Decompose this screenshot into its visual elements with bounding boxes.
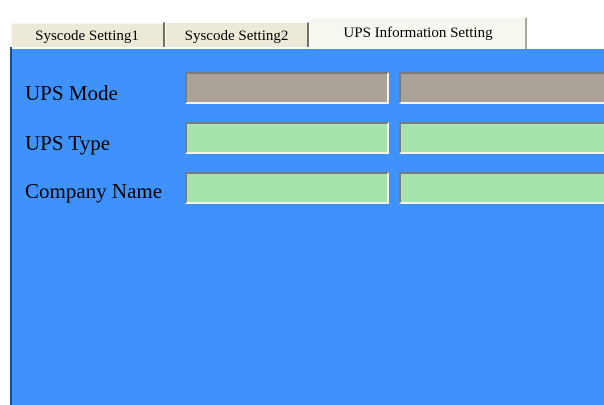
- tab-syscode-setting2[interactable]: Syscode Setting2: [165, 22, 309, 49]
- company-name-label: Company Name: [25, 179, 163, 203]
- tab-strip: Syscode Setting1 Syscode Setting2 UPS In…: [10, 17, 604, 49]
- ups-mode-field-1[interactable]: [185, 72, 389, 104]
- tab-ups-information-setting[interactable]: UPS Information Setting: [310, 17, 527, 49]
- ups-mode-label: UPS Mode: [25, 81, 118, 105]
- ups-type-label: UPS Type: [25, 131, 111, 155]
- tab-syscode-setting1[interactable]: Syscode Setting1: [10, 22, 165, 49]
- ups-mode-field-2[interactable]: [399, 72, 604, 104]
- ups-information-panel: UPS Mode UPS Type Company Name: [10, 47, 604, 405]
- ups-type-field-1[interactable]: [185, 122, 389, 154]
- company-name-field-2[interactable]: [399, 172, 604, 204]
- company-name-field-1[interactable]: [185, 172, 389, 204]
- ups-type-field-2[interactable]: [399, 122, 604, 154]
